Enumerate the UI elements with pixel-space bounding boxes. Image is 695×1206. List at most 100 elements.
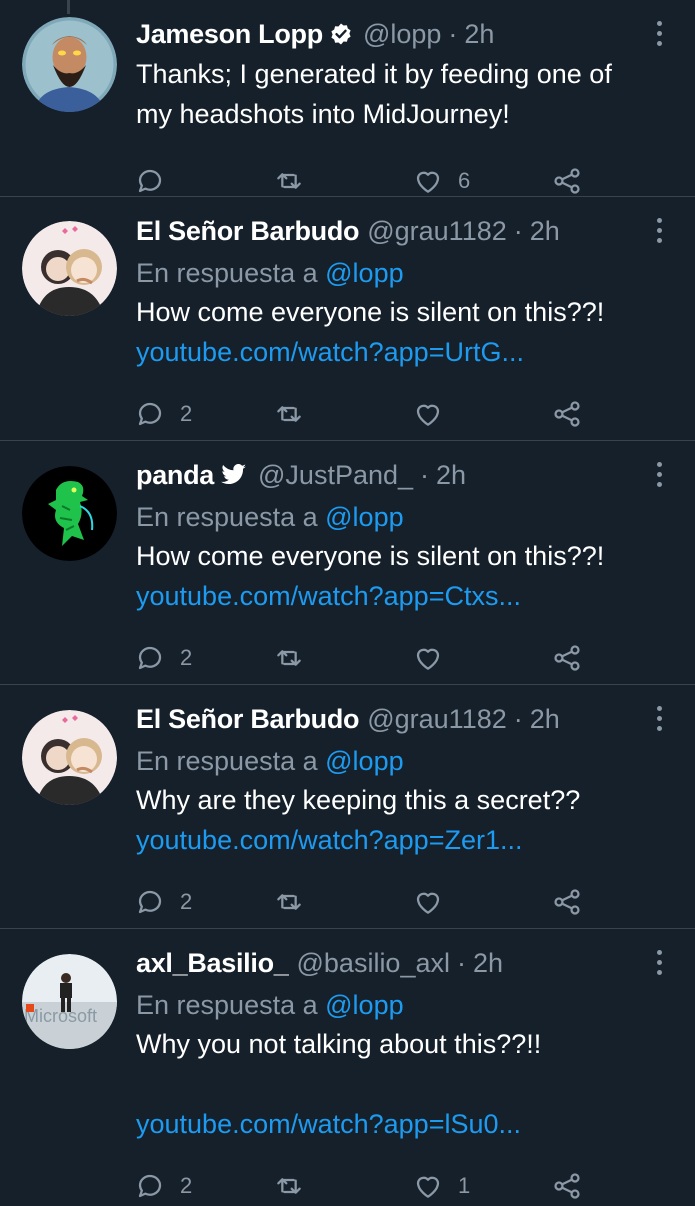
reply-mention-link[interactable]: @lopp xyxy=(325,258,403,288)
like-count: 6 xyxy=(458,168,471,193)
like-button[interactable] xyxy=(412,886,551,918)
reply-count: 2 xyxy=(180,1173,193,1198)
tweet-link[interactable]: youtube.com/watch?app=lSu0... xyxy=(136,1104,647,1144)
like-button[interactable] xyxy=(412,642,551,674)
author-name[interactable]: panda xyxy=(136,460,214,491)
separator-dot: · xyxy=(513,703,523,734)
reply-button[interactable]: 2 xyxy=(134,398,273,430)
reply-button[interactable]: 2 xyxy=(134,642,273,674)
tweet-text: How come everyone is silent on this??! xyxy=(136,541,605,571)
more-options-button[interactable] xyxy=(649,945,669,979)
retweet-icon xyxy=(277,650,301,666)
timestamp[interactable]: 2h xyxy=(530,704,560,735)
timestamp[interactable]: 2h xyxy=(436,460,466,491)
like-count: 1 xyxy=(458,1173,471,1198)
avatar-image-panda xyxy=(22,466,117,561)
author-handle[interactable]: @grau1182 xyxy=(367,704,507,735)
tweet-text: Thanks; I generated it by feeding one of… xyxy=(136,59,612,129)
reply-button[interactable] xyxy=(134,165,273,197)
reply-prefix: En respuesta a xyxy=(136,502,318,532)
like-button[interactable]: 1 xyxy=(412,1170,551,1202)
tweet-item[interactable]: panda @JustPand_ · 2h En respuesta a @lo… xyxy=(0,441,695,685)
more-options-button[interactable] xyxy=(649,701,669,735)
reply-mention-link[interactable]: @lopp xyxy=(325,502,403,532)
timestamp[interactable]: 2h xyxy=(530,216,560,247)
reply-icon xyxy=(138,646,162,670)
retweet-button[interactable] xyxy=(273,642,412,674)
avatar-image-jameson xyxy=(22,17,117,112)
timeline: Jameson Lopp @lopp · 2h Thanks; I genera… xyxy=(0,0,695,1200)
share-button[interactable] xyxy=(551,886,583,918)
reply-context: En respuesta a @lopp xyxy=(136,742,647,780)
avatar[interactable] xyxy=(22,710,117,805)
separator-dot: · xyxy=(513,215,523,246)
verified-badge-icon xyxy=(329,22,353,46)
reply-prefix: En respuesta a xyxy=(136,746,318,776)
retweet-icon xyxy=(277,406,301,422)
avatar[interactable] xyxy=(22,17,117,112)
reply-context: En respuesta a @lopp xyxy=(136,254,647,292)
avatar[interactable]: Microsoft xyxy=(22,954,117,1049)
retweet-icon xyxy=(277,173,301,189)
like-icon xyxy=(416,171,440,193)
like-button[interactable] xyxy=(412,398,551,430)
tweet-item[interactable]: El Señor Barbudo @grau1182 · 2h En respu… xyxy=(0,685,695,929)
reply-icon xyxy=(138,169,162,193)
reply-button[interactable]: 2 xyxy=(134,1170,273,1202)
reply-count: 2 xyxy=(180,401,193,426)
author-name[interactable]: axl_Basilio_ xyxy=(136,948,289,979)
like-icon xyxy=(416,1176,440,1198)
author-handle[interactable]: @grau1182 xyxy=(367,216,507,247)
author-name[interactable]: El Señor Barbudo xyxy=(136,704,360,735)
separator-dot: · xyxy=(456,947,466,978)
separator-dot: · xyxy=(448,18,458,49)
tweet-text: Why you not talking about this??!! xyxy=(136,1029,542,1059)
reply-icon xyxy=(138,890,162,914)
timestamp[interactable]: 2h xyxy=(473,948,503,979)
twitter-bird-icon xyxy=(220,463,248,487)
avatar-image-barbudo xyxy=(22,221,117,316)
share-button[interactable] xyxy=(551,165,583,197)
like-button[interactable]: 6 xyxy=(412,165,551,197)
reply-mention-link[interactable]: @lopp xyxy=(325,990,403,1020)
share-button[interactable] xyxy=(551,1170,583,1202)
share-button[interactable] xyxy=(551,398,583,430)
reply-mention-link[interactable]: @lopp xyxy=(325,746,403,776)
retweet-button[interactable] xyxy=(273,165,412,197)
share-button[interactable] xyxy=(551,642,583,674)
more-options-button[interactable] xyxy=(649,457,669,491)
avatar-sign-text: Microsoft xyxy=(24,1006,97,1026)
avatar[interactable] xyxy=(22,466,117,561)
share-icon xyxy=(554,889,580,915)
tweet-text: Why are they keeping this a secret?? xyxy=(136,785,581,815)
tweet-link[interactable]: youtube.com/watch?app=Ctxs... xyxy=(136,576,647,616)
like-icon xyxy=(416,404,440,426)
tweet-item[interactable]: Jameson Lopp @lopp · 2h Thanks; I genera… xyxy=(0,0,695,197)
tweet-link[interactable]: youtube.com/watch?app=Zer1... xyxy=(136,820,647,860)
reply-context: En respuesta a @lopp xyxy=(136,986,647,1024)
reply-count: 2 xyxy=(180,889,193,914)
reply-button[interactable]: 2 xyxy=(134,886,273,918)
retweet-button[interactable] xyxy=(273,886,412,918)
timestamp[interactable]: 2h xyxy=(464,19,494,50)
author-name[interactable]: El Señor Barbudo xyxy=(136,216,360,247)
author-handle[interactable]: @lopp xyxy=(363,19,441,50)
retweet-button[interactable] xyxy=(273,398,412,430)
tweet-actions: 2 xyxy=(134,394,647,434)
author-name[interactable]: Jameson Lopp xyxy=(136,19,323,50)
more-options-button[interactable] xyxy=(649,16,669,50)
tweet-link[interactable]: youtube.com/watch?app=UrtG... xyxy=(136,332,647,372)
retweet-button[interactable] xyxy=(273,1170,412,1202)
avatar[interactable] xyxy=(22,221,117,316)
reply-icon xyxy=(138,402,162,426)
tweet-item[interactable]: Microsoft axl_Basilio_ @basilio_axl · 2h… xyxy=(0,929,695,1200)
author-handle[interactable]: @JustPand_ xyxy=(258,460,413,491)
share-icon xyxy=(554,645,580,671)
tweet-actions: 2 xyxy=(134,882,647,922)
more-options-button[interactable] xyxy=(649,213,669,247)
tweet-item[interactable]: El Señor Barbudo @grau1182 · 2h En respu… xyxy=(0,197,695,441)
author-handle[interactable]: @basilio_axl xyxy=(297,948,450,979)
tweet-actions: 6 xyxy=(134,161,647,201)
retweet-icon xyxy=(277,1178,301,1194)
